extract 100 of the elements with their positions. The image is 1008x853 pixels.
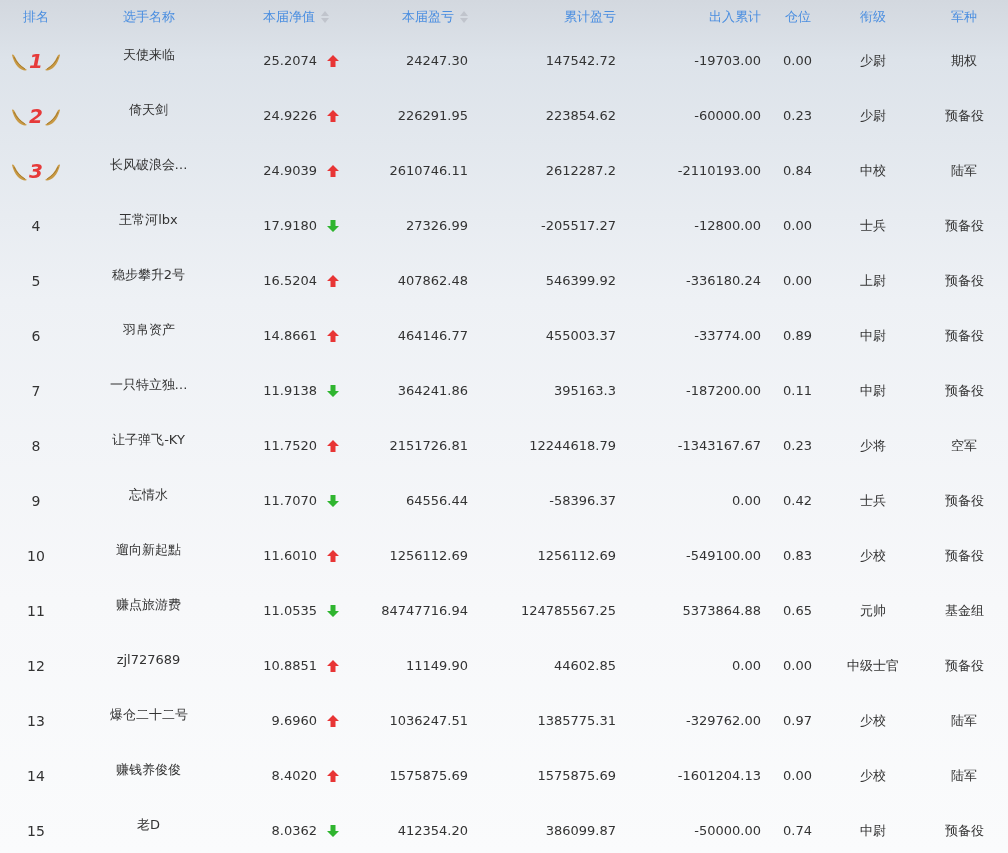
position-value: 0.23	[783, 108, 812, 123]
position-value: 0.00	[783, 218, 812, 233]
player-name: 遛向新起點	[116, 540, 181, 559]
player-name: zjl727689	[116, 652, 181, 667]
position-value: 0.42	[783, 493, 812, 508]
branch-name: 预备役	[944, 106, 984, 125]
rank-number: 4	[31, 217, 41, 234]
branch-name: 陆军	[951, 766, 977, 785]
column-header-label: 军种	[951, 7, 977, 26]
rank-title: 中尉	[859, 821, 886, 840]
player-name: 让子弹飞-KY	[112, 430, 185, 449]
rank-title: 少校	[859, 711, 886, 730]
net-value: 10.8851	[263, 658, 317, 673]
rank-title: 士兵	[859, 216, 886, 235]
branch-name: 基金组	[944, 601, 984, 620]
table-cell: 2612287.2	[545, 163, 616, 178]
rank-number: 13	[27, 712, 45, 729]
table-cell: 1575875.69	[389, 768, 468, 783]
table-cell: 395163.3	[553, 383, 616, 398]
rank-title: 中级士官	[846, 656, 899, 675]
table-cell: -60000.00	[694, 108, 761, 123]
net-value: 11.7520	[263, 438, 317, 453]
net-value: 11.0535	[263, 603, 317, 618]
rank-medal: 3	[12, 158, 60, 183]
rank-title: 少尉	[859, 106, 886, 125]
table-cell: 407862.48	[397, 273, 468, 288]
column-header-label: 累计盈亏	[564, 7, 616, 26]
rank-number: 12	[27, 657, 45, 674]
table-cell: -12800.00	[694, 218, 761, 233]
player-name: 王常河lbx	[119, 210, 178, 229]
net-value: 8.0362	[271, 823, 317, 838]
position-value: 0.23	[783, 438, 812, 453]
rank-title: 少校	[859, 546, 886, 565]
sort-icon[interactable]	[460, 10, 468, 23]
player-name: 倚天剑	[129, 100, 168, 119]
branch-name: 预备役	[944, 546, 984, 565]
rank-title: 中尉	[859, 381, 886, 400]
net-value: 25.2074	[263, 53, 317, 68]
table-cell: -187200.00	[686, 383, 761, 398]
table-cell: 0.00	[732, 658, 761, 673]
player-name: 天使来临	[122, 45, 175, 64]
rank-title: 少尉	[859, 51, 886, 70]
position-value: 0.84	[783, 163, 812, 178]
column-header-label: 选手名称	[122, 7, 175, 26]
table-cell: 2151726.81	[389, 438, 468, 453]
table-cell: 364241.86	[397, 383, 468, 398]
table-cell: -33774.00	[694, 328, 761, 343]
rank-title: 少校	[859, 766, 886, 785]
branch-name: 陆军	[951, 711, 977, 730]
table-cell: 412354.20	[397, 823, 468, 838]
net-value: 8.4020	[271, 768, 317, 783]
player-name: 爆仓二十二号	[109, 705, 188, 724]
branch-name: 期权	[951, 51, 977, 70]
table-cell: 24247.30	[405, 53, 468, 68]
player-name: 老D	[137, 815, 160, 834]
table-cell: 223854.62	[545, 108, 616, 123]
branch-name: 预备役	[944, 491, 984, 510]
player-name: 忘情水	[129, 485, 168, 504]
rank-title: 中校	[859, 161, 886, 180]
table-cell: 1256112.69	[537, 548, 616, 563]
position-value: 0.74	[783, 823, 812, 838]
table-cell: -205517.27	[541, 218, 616, 233]
position-value: 0.00	[783, 273, 812, 288]
net-value: 16.5204	[263, 273, 317, 288]
table-cell: -549100.00	[686, 548, 761, 563]
rank-number: 8	[31, 437, 41, 454]
column-header-label: 排名	[23, 7, 49, 26]
branch-name: 预备役	[944, 381, 984, 400]
table-cell: 147542.72	[545, 53, 616, 68]
table-cell: 2610746.11	[389, 163, 468, 178]
table-cell: 5373864.88	[682, 603, 761, 618]
branch-name: 预备役	[944, 326, 984, 345]
table-cell: -329762.00	[686, 713, 761, 728]
player-name: 一只特立独…	[109, 375, 188, 394]
position-value: 0.83	[783, 548, 812, 563]
rank-number: 6	[31, 327, 41, 344]
table-cell: -336180.24	[686, 273, 761, 288]
net-value: 24.9226	[263, 108, 317, 123]
rank-number: 9	[31, 492, 41, 509]
table-cell: 84747716.94	[381, 603, 468, 618]
table-cell: 44602.85	[553, 658, 616, 673]
table-cell: -50000.00	[694, 823, 761, 838]
rank-number: 5	[31, 272, 41, 289]
position-value: 0.11	[783, 383, 812, 398]
table-cell: -19703.00	[694, 53, 761, 68]
branch-name: 预备役	[944, 216, 984, 235]
sort-icon[interactable]	[321, 10, 329, 23]
table-cell: 12244618.79	[529, 438, 616, 453]
table-cell: 455003.37	[545, 328, 616, 343]
table-cell: 1036247.51	[389, 713, 468, 728]
net-value: 24.9039	[263, 163, 317, 178]
table-cell: 124785567.25	[520, 603, 616, 618]
rank-title: 士兵	[859, 491, 886, 510]
branch-name: 空军	[951, 436, 977, 455]
rank-medal: 1	[12, 48, 60, 73]
table-cell: -58396.37	[549, 493, 616, 508]
position-value: 0.00	[783, 768, 812, 783]
branch-name: 预备役	[944, 656, 984, 675]
column-header-label: 出入累计	[709, 7, 761, 26]
rank-title: 元帅	[859, 601, 886, 620]
